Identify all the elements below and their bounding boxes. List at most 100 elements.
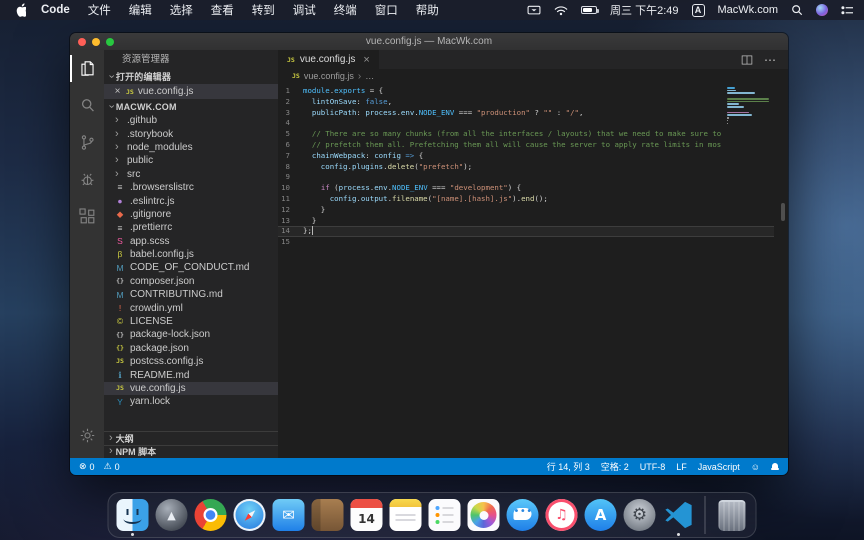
dock-mail-icon[interactable]: ✉ [272, 494, 306, 536]
dock-contacts-icon[interactable] [311, 494, 345, 536]
dock-syspref-icon[interactable]: ⚙ [623, 494, 657, 536]
window-titlebar[interactable]: vue.config.js — MacWk.com [70, 33, 788, 50]
dock-chrome-icon[interactable] [194, 494, 228, 536]
spotlight-search-icon[interactable] [791, 4, 803, 16]
project-root-header[interactable]: › MACWK.COM [104, 99, 278, 114]
code-line-5[interactable]: 5 // There are so many chunks (from all … [278, 129, 774, 140]
status-item-4[interactable]: JavaScript [698, 462, 740, 472]
file-row-.gitignore[interactable]: ◆.gitignore [104, 208, 278, 221]
breadcrumb[interactable]: JS vue.config.js › … [278, 69, 788, 83]
file-row-.prettierrc[interactable]: ≡.prettierrc [104, 221, 278, 234]
activity-debug-icon[interactable] [70, 161, 104, 198]
split-editor-icon[interactable] [741, 54, 753, 66]
npm-scripts-section-header[interactable]: › NPM 脚本 [104, 445, 278, 459]
file-row-postcss.config.js[interactable]: JSpostcss.config.js [104, 355, 278, 368]
menubar-network-label[interactable]: MacWk.com [718, 4, 779, 16]
code-line-15[interactable]: 15 [278, 237, 774, 248]
file-row-composer.json[interactable]: {}composer.json [104, 275, 278, 288]
dock-music-icon[interactable]: ♫ [545, 494, 579, 536]
activity-search-icon[interactable] [70, 87, 104, 124]
file-row-yarn.lock[interactable]: Yyarn.lock [104, 395, 278, 408]
close-tab-icon[interactable]: × [363, 54, 369, 66]
activity-source-control-icon[interactable] [70, 124, 104, 161]
menu-item-2[interactable]: 编辑 [120, 2, 161, 18]
file-row-public[interactable]: ›public [104, 154, 278, 167]
notification-center-icon[interactable] [841, 5, 854, 16]
status-item-3[interactable]: LF [676, 462, 687, 472]
menubar-clock[interactable]: 周三 下午2:49 [610, 2, 678, 18]
wifi-icon[interactable] [554, 5, 568, 16]
menu-item-5[interactable]: 转到 [243, 2, 284, 18]
dock-finder-icon[interactable] [116, 494, 150, 536]
warnings-indicator[interactable]: ⚠ 0 [104, 461, 120, 472]
menu-item-app[interactable]: Code [32, 4, 79, 16]
scrollbar-thumb[interactable] [781, 203, 785, 221]
file-row-README.md[interactable]: ℹREADME.md [104, 368, 278, 381]
status-item-1[interactable]: 空格: 2 [601, 460, 629, 473]
code-line-7[interactable]: 7 chainWebpack: config => { [278, 151, 774, 162]
code-line-3[interactable]: 3 publicPath: process.env.NODE_ENV === "… [278, 108, 774, 119]
file-row-.storybook[interactable]: ›.storybook [104, 127, 278, 140]
battery-icon[interactable] [581, 6, 597, 14]
status-item-2[interactable]: UTF-8 [640, 462, 666, 472]
dock-launchpad-icon[interactable]: ▲ [155, 494, 189, 536]
activity-extensions-icon[interactable] [70, 198, 104, 235]
file-row-vue.config.js[interactable]: JSvue.config.js [104, 382, 278, 395]
file-row-.github[interactable]: ›.github [104, 114, 278, 127]
menu-item-7[interactable]: 终端 [325, 2, 366, 18]
minimize-window-button[interactable] [92, 38, 100, 46]
file-row-node_modules[interactable]: ›node_modules [104, 141, 278, 154]
dock-appstore-icon[interactable]: A [584, 494, 618, 536]
activity-explorer-icon[interactable] [70, 50, 104, 87]
file-row-.browserslistrc[interactable]: ≡.browserslistrc [104, 181, 278, 194]
code-line-11[interactable]: 11 config.output.filename("[name].[hash]… [278, 194, 774, 205]
errors-indicator[interactable]: ⊗ 0 [79, 461, 95, 472]
dock-calendar-icon[interactable]: 14 [350, 494, 384, 536]
code-editor[interactable]: 1module.exports = {2 lintOnSave: false,3… [278, 83, 788, 458]
file-row-crowdin.yml[interactable]: !crowdin.yml [104, 301, 278, 314]
dock-reminders-icon[interactable] [428, 494, 462, 536]
code-line-9[interactable]: 9 [278, 172, 774, 183]
file-row-package.json[interactable]: {}package.json [104, 342, 278, 355]
file-row-app.scss[interactable]: Sapp.scss [104, 235, 278, 248]
file-row-src[interactable]: ›src [104, 168, 278, 181]
code-line-4[interactable]: 4 [278, 118, 774, 129]
code-line-14[interactable]: 14}; [278, 226, 774, 237]
dock-notes-icon[interactable] [389, 494, 423, 536]
file-row-CODE_OF_CONDUCT.md[interactable]: MCODE_OF_CONDUCT.md [104, 261, 278, 274]
code-line-13[interactable]: 13 } [278, 216, 774, 227]
siri-icon[interactable] [816, 4, 828, 16]
apple-menu-icon[interactable] [14, 3, 26, 17]
file-row-package-lock.json[interactable]: {}package-lock.json [104, 328, 278, 341]
notifications-bell-icon[interactable] [771, 462, 779, 471]
code-line-2[interactable]: 2 lintOnSave: false, [278, 97, 774, 108]
status-item-0[interactable]: 行 14, 列 3 [547, 460, 590, 473]
open-editor-item[interactable]: × JS vue.config.js [104, 84, 278, 99]
dock-trash-icon[interactable] [715, 494, 749, 536]
settings-gear-icon[interactable] [70, 417, 104, 454]
tab-vue-config-js[interactable]: JS vue.config.js × [278, 50, 379, 69]
input-method-icon[interactable]: A [692, 4, 705, 17]
dock-messages-icon[interactable]: ••• [506, 494, 540, 536]
file-row-LICENSE[interactable]: ©LICENSE [104, 315, 278, 328]
menu-item-4[interactable]: 查看 [202, 2, 243, 18]
zoom-window-button[interactable] [106, 38, 114, 46]
more-actions-icon[interactable]: ⋯ [764, 53, 777, 67]
menu-item-1[interactable]: 文件 [79, 2, 120, 18]
code-line-10[interactable]: 10 if (process.env.NODE_ENV === "develop… [278, 183, 774, 194]
file-row-CONTRIBUTING.md[interactable]: MCONTRIBUTING.md [104, 288, 278, 301]
file-row-babel.config.js[interactable]: βbabel.config.js [104, 248, 278, 261]
menu-item-3[interactable]: 选择 [161, 2, 202, 18]
open-editors-header[interactable]: › 打开的编辑器 [104, 69, 278, 84]
menu-item-8[interactable]: 窗口 [366, 2, 407, 18]
minimap[interactable] [727, 87, 773, 128]
outline-section-header[interactable]: › 大纲 [104, 431, 278, 445]
code-line-12[interactable]: 12 } [278, 205, 774, 216]
feedback-smiley-icon[interactable]: ☺ [751, 462, 760, 472]
code-line-8[interactable]: 8 config.plugins.delete("prefetch"); [278, 162, 774, 173]
close-window-button[interactable] [78, 38, 86, 46]
display-icon[interactable] [527, 5, 541, 16]
code-line-6[interactable]: 6 // prefetch them all. Prefetching them… [278, 140, 774, 151]
menu-item-6[interactable]: 调试 [284, 2, 325, 18]
file-row-.eslintrc.js[interactable]: ●.eslintrc.js [104, 194, 278, 207]
